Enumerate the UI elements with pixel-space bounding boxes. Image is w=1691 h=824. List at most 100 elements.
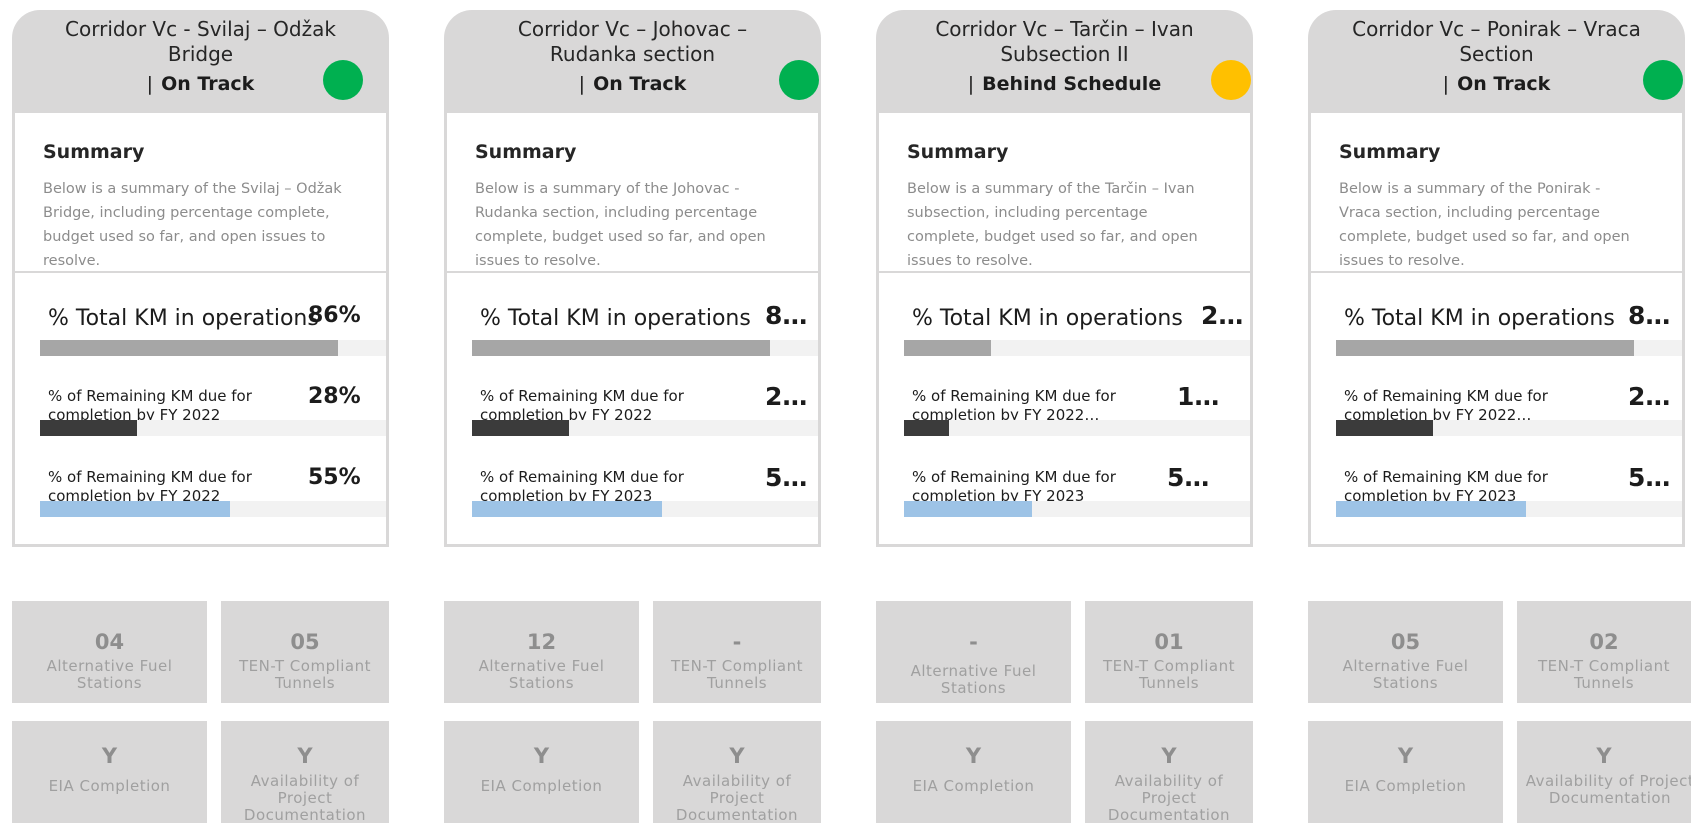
metric-label-total-km: % Total KM in operations (912, 306, 1183, 331)
card-header: Corridor Vc – Johovac – Rudanka section … (444, 10, 821, 113)
progress-fill (904, 501, 1033, 517)
tile-alternative-fuel-stations: 05 Alternative Fuel Stations (1308, 601, 1503, 703)
metric-value-total-km: 86% (308, 303, 361, 328)
summary-panel: Summary Below is a summary of the Svilaj… (12, 113, 389, 547)
status-text: | On Track (578, 73, 687, 95)
tile-value: Y (1161, 744, 1177, 768)
tile-label: Availability of Project Documentation (243, 772, 367, 824)
tile-label: TEN-T Compliant Tunnels (1537, 657, 1671, 692)
metric-value-fy2022: 2… (765, 382, 808, 411)
tile-label: Alternative Fuel Stations (1342, 657, 1469, 692)
progress-fill (40, 420, 137, 436)
tile-label: EIA Completion (48, 777, 171, 795)
progress-fill (1336, 420, 1433, 436)
project-card: Corridor Vc – Ponirak – Vraca Section | O… (1308, 10, 1691, 823)
tile-label: Alternative Fuel Stations (46, 657, 173, 692)
tile-ten-t-tunnels: 01 TEN-T Compliant Tunnels (1085, 601, 1253, 703)
metric-value-fy2022: 2… (1628, 382, 1671, 411)
metric-value-fy2022: 1… (1177, 382, 1220, 411)
metric-value-fy2023: 5… (1628, 463, 1671, 492)
progress-track (40, 420, 386, 436)
tile-alternative-fuel-stations: 12 Alternative Fuel Stations (444, 601, 639, 703)
metric-value-fy2023: 5… (765, 463, 808, 492)
summary-panel: Summary Below is a summary of the Tarčin… (876, 113, 1253, 547)
progress-track (40, 501, 386, 517)
summary-heading: Summary (475, 141, 577, 163)
card-title: Corridor Vc – Johovac – Rudanka section (517, 17, 748, 66)
tile-project-documentation: Y Availability of Project Documentation (653, 721, 821, 824)
tile-label: Availability of Project Documentation (1107, 772, 1231, 824)
divider (1311, 271, 1682, 273)
card-title: Corridor Vc – Tarčin – Ivan Subsection I… (935, 17, 1194, 66)
card-title: Corridor Vc – Ponirak – Vraca Section (1352, 17, 1641, 66)
divider (879, 271, 1250, 273)
status-indicator (323, 60, 363, 100)
tile-value: Y (101, 744, 118, 768)
progress-fill (1336, 340, 1634, 356)
progress-fill (40, 501, 231, 517)
metric-value-fy2023: 5… (1167, 463, 1210, 492)
tile-alternative-fuel-stations: 04 Alternative Fuel Stations (12, 601, 207, 703)
progress-track (904, 420, 1250, 436)
tile-label: Alternative Fuel Stations (478, 657, 605, 692)
card-title: Corridor Vc - Svilaj – Odžak Bridge (65, 17, 336, 66)
divider (447, 271, 818, 273)
progress-fill (904, 420, 949, 436)
tile-value: Y (729, 744, 745, 768)
progress-track (40, 340, 386, 356)
card-header: Corridor Vc - Svilaj – Odžak Bridge | On … (12, 10, 389, 113)
metric-value-total-km: 8… (765, 301, 808, 330)
summary-text: Below is a summary of the Johovac - Ruda… (475, 181, 766, 269)
tile-value: 05 (290, 630, 320, 654)
tile-value: Y (297, 744, 313, 768)
metric-value-fy2022-b: 55% (308, 465, 361, 490)
metric-label-total-km: % Total KM in operations (1344, 306, 1615, 331)
card-header: Corridor Vc – Tarčin – Ivan Subsection I… (876, 10, 1253, 113)
progress-track (904, 340, 1250, 356)
status-text: | Behind Schedule (967, 73, 1162, 95)
tile-value: Y (965, 744, 982, 768)
summary-text: Below is a summary of the Svilaj – Odžak… (43, 181, 342, 269)
tile-project-documentation: Y Availability of Project Documentation (1085, 721, 1253, 824)
summary-heading: Summary (907, 141, 1009, 163)
summary-heading: Summary (1339, 141, 1441, 163)
progress-track (472, 340, 818, 356)
tile-ten-t-tunnels: - TEN-T Compliant Tunnels (653, 601, 821, 703)
metric-value-fy2022: 28% (308, 384, 361, 409)
progress-track (1336, 340, 1682, 356)
tile-alternative-fuel-stations: - Alternative Fuel Stations (876, 601, 1071, 703)
tile-value: - (732, 630, 742, 654)
metric-value-total-km: 2… (1201, 301, 1244, 330)
progress-track (1336, 501, 1682, 517)
project-card: Corridor Vc – Tarčin – Ivan Subsection I… (876, 10, 1253, 824)
metric-value-total-km: 8… (1628, 301, 1671, 330)
progress-fill (472, 501, 663, 517)
project-card: Corridor Vc - Svilaj – Odžak Bridge | On … (12, 10, 389, 824)
summary-panel: Summary Below is a summary of the Johova… (444, 113, 821, 547)
tile-label: Availability of Project Documentation (675, 772, 799, 824)
tile-eia-completion: Y EIA Completion (12, 721, 207, 823)
progress-track (472, 501, 818, 517)
progress-fill (904, 340, 991, 356)
card-header: Corridor Vc – Ponirak – Vraca Section | O… (1308, 10, 1685, 113)
tile-ten-t-tunnels: 02 TEN-T Compliant Tunnels (1517, 601, 1691, 703)
tile-value: 04 (94, 630, 125, 654)
tile-eia-completion: Y EIA Completion (876, 721, 1071, 823)
status-text: | On Track (1442, 73, 1551, 95)
divider (15, 271, 386, 273)
tile-label: Alternative Fuel Stations (910, 662, 1037, 697)
tile-label: TEN-T Compliant Tunnels (238, 657, 372, 692)
tile-value: Y (1596, 744, 1612, 768)
summary-text: Below is a summary of the Ponirak - Vrac… (1339, 181, 1630, 269)
progress-fill (472, 340, 770, 356)
summary-panel: Summary Below is a summary of the Ponira… (1308, 113, 1685, 547)
metric-label-total-km: % Total KM in operations (48, 306, 319, 331)
tile-project-documentation: Y Availability of Project Documentation (1517, 721, 1691, 823)
tile-value: Y (1397, 744, 1414, 768)
metric-label-total-km: % Total KM in operations (480, 306, 751, 331)
progress-fill (1336, 501, 1527, 517)
tile-label: TEN-T Compliant Tunnels (1102, 657, 1236, 692)
tile-ten-t-tunnels: 05 TEN-T Compliant Tunnels (221, 601, 389, 703)
summary-heading: Summary (43, 141, 145, 163)
tile-value: 01 (1154, 630, 1184, 654)
